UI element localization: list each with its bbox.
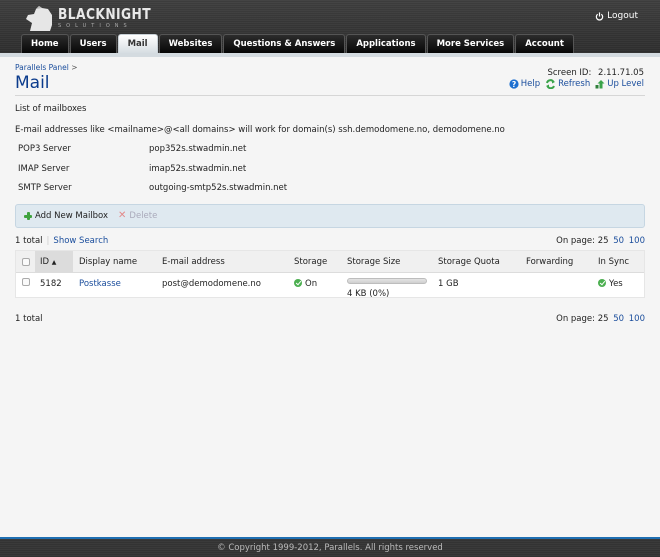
refresh-link[interactable]: Refresh [545, 79, 590, 89]
up-level-label: Up Level [607, 79, 644, 89]
cell-storage-size: 4 KB (0%) [347, 289, 390, 299]
brand-name: BLACKNIGHT [58, 5, 152, 23]
tab-users[interactable]: Users [69, 34, 117, 53]
screen-id: Screen ID: 2.11.71.05 [547, 68, 644, 78]
page-size-50[interactable]: 50 [613, 236, 624, 246]
server-label: IMAP Server [18, 164, 70, 174]
server-label: POP3 Server [18, 144, 71, 154]
col-in-sync[interactable]: In Sync [598, 257, 629, 267]
help-label: Help [520, 79, 541, 89]
footer: © Copyright 1999-2012, Parallels. All ri… [0, 537, 660, 557]
col-id[interactable]: ID ▲ [40, 257, 56, 267]
total-count: 1 total [15, 236, 43, 246]
knight-horse-icon [26, 5, 52, 31]
add-new-mailbox-label: Add New Mailbox [35, 211, 109, 221]
tab-questions-answers[interactable]: Questions & Answers [223, 34, 346, 53]
select-all-checkbox[interactable] [22, 258, 30, 266]
sort-ascending-icon: ▲ [51, 259, 57, 266]
page-size-current: 25 [597, 314, 609, 324]
cell-storage: On [294, 279, 317, 289]
check-circle-icon [598, 279, 606, 287]
tab-mail[interactable]: Mail [117, 34, 158, 53]
up-level-icon [595, 80, 605, 89]
breadcrumb-separator: > [71, 63, 78, 72]
svg-text:?: ? [512, 80, 516, 89]
server-value: imap52s.stwadmin.net [149, 164, 247, 174]
tab-websites[interactable]: Websites [158, 34, 223, 53]
check-circle-icon [294, 279, 302, 287]
page-actions: ? Help Refresh Up Level [509, 79, 644, 89]
page-subtitle: List of mailboxes [15, 104, 87, 114]
col-email-address[interactable]: E-mail address [162, 257, 225, 267]
brand-subtitle: SOLUTIONS [58, 23, 132, 29]
page-size-current: 25 [597, 236, 609, 246]
row-checkbox[interactable] [22, 278, 30, 286]
mailbox-table: ID ▲ Display name E-mail address Storage… [15, 250, 645, 299]
cell-storage-quota: 1 GB [438, 279, 459, 289]
cell-email: post@demodomene.no [162, 279, 261, 289]
top-header: BLACKNIGHT SOLUTIONS Logout Home Users M… [0, 0, 660, 53]
page-title: Mail [15, 73, 50, 93]
storage-usage-bar [347, 278, 427, 284]
table-header: ID ▲ Display name E-mail address Storage… [16, 251, 644, 273]
power-icon [595, 11, 604, 20]
refresh-label: Refresh [558, 79, 591, 89]
col-id-label: ID [40, 257, 50, 267]
title-divider [15, 95, 645, 96]
page-size-100[interactable]: 100 [629, 314, 645, 324]
plus-icon [24, 212, 32, 220]
col-storage-quota[interactable]: Storage Quota [438, 257, 500, 267]
col-storage-size[interactable]: Storage Size [347, 257, 400, 267]
help-icon: ? [509, 79, 519, 89]
refresh-icon [546, 79, 556, 89]
tab-more-services[interactable]: More Services [426, 34, 515, 53]
in-sync-status: Yes [609, 279, 623, 289]
delete-label: Delete [129, 211, 158, 221]
copyright-text: © Copyright 1999-2012, Parallels. All ri… [217, 543, 443, 553]
col-forwarding[interactable]: Forwarding [526, 257, 573, 267]
tab-applications[interactable]: Applications [346, 34, 426, 53]
page-size-100[interactable]: 100 [629, 236, 645, 246]
cell-display-name-link[interactable]: Postkasse [79, 279, 121, 289]
main-nav-tabs: Home Users Mail Websites Questions & Ans… [21, 34, 574, 53]
on-page-label: On page: [556, 314, 595, 324]
delete-x-icon: ✕ [118, 210, 127, 221]
cell-in-sync: Yes [598, 279, 623, 289]
server-value: outgoing-smtp52s.stwadmin.net [149, 183, 288, 193]
breadcrumb-parallels-panel[interactable]: Parallels Panel [15, 63, 69, 72]
screen-id-label: Screen ID: [547, 68, 592, 78]
logout-label: Logout [607, 11, 638, 21]
breadcrumb: Parallels Panel > [15, 63, 78, 72]
server-value: pop352s.stwadmin.net [149, 144, 247, 154]
show-search-link[interactable]: Show Search [53, 236, 108, 246]
on-page-label: On page: [556, 236, 595, 246]
blacknight-logo[interactable]: BLACKNIGHT SOLUTIONS [24, 3, 171, 33]
up-level-link[interactable]: Up Level [595, 79, 644, 89]
cell-id: 5182 [40, 279, 62, 289]
col-display-name[interactable]: Display name [79, 257, 137, 267]
logout-link[interactable]: Logout [595, 11, 638, 21]
add-new-mailbox-button[interactable]: Add New Mailbox [24, 211, 108, 221]
storage-status: On [305, 279, 318, 289]
server-label: SMTP Server [18, 183, 72, 193]
domain-note: E-mail addresses like <mailname>@<all do… [15, 125, 505, 135]
delete-button[interactable]: ✕ Delete [118, 210, 158, 222]
tab-home[interactable]: Home [21, 34, 69, 53]
help-link[interactable]: ? Help [509, 79, 540, 89]
col-storage[interactable]: Storage [294, 257, 327, 267]
screen-id-value: 2.11.71.05 [598, 68, 644, 78]
page-size-50[interactable]: 50 [613, 314, 624, 324]
mailbox-toolbar: Add New Mailbox ✕ Delete [15, 204, 645, 228]
total-count: 1 total [15, 314, 43, 324]
tab-account[interactable]: Account [515, 34, 574, 53]
nav-subbar [0, 53, 660, 57]
pager-divider: | [46, 236, 50, 246]
